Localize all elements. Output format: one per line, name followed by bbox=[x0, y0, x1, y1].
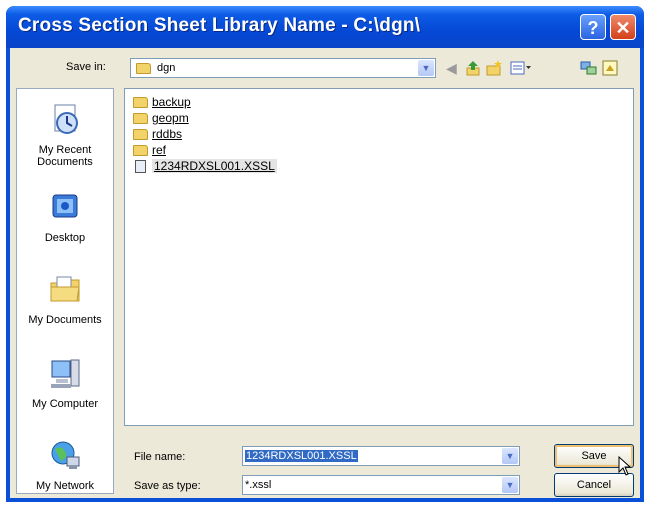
properties-icon[interactable] bbox=[602, 60, 618, 76]
folder-icon bbox=[133, 113, 148, 124]
folder-name: geopm bbox=[152, 111, 189, 125]
place-desktop[interactable]: Desktop bbox=[17, 191, 113, 244]
folder-icon bbox=[136, 63, 151, 74]
place-label: My Recent bbox=[38, 144, 92, 156]
window-title: Cross Section Sheet Library Name - C:\dg… bbox=[18, 15, 421, 36]
up-folder-icon[interactable] bbox=[466, 60, 480, 76]
save-in-label: Save in: bbox=[66, 61, 106, 73]
place-label: My Computer bbox=[31, 398, 99, 410]
network-icon[interactable] bbox=[580, 60, 598, 76]
place-my-documents[interactable]: My Documents bbox=[17, 273, 113, 326]
chevron-down-icon[interactable]: ▼ bbox=[418, 60, 434, 76]
cancel-button[interactable]: Cancel bbox=[554, 473, 634, 497]
places-bar: My Recent Documents Desktop My Documents bbox=[16, 88, 114, 494]
place-label: My Network bbox=[35, 480, 95, 492]
file-name: 1234RDXSL001.XSSL bbox=[152, 159, 277, 173]
folder-name: ref bbox=[152, 143, 167, 157]
place-label: Desktop bbox=[44, 232, 86, 244]
new-folder-icon[interactable] bbox=[486, 60, 502, 76]
folder-name: rddbs bbox=[152, 127, 183, 141]
desktop-icon bbox=[52, 194, 78, 218]
save-as-type-dropdown[interactable]: *.xssl ▼ bbox=[242, 475, 520, 495]
place-label: My Documents bbox=[28, 314, 102, 326]
file-name-label: File name: bbox=[134, 451, 186, 463]
folder-icon bbox=[133, 129, 148, 140]
close-button[interactable]: ✕ bbox=[610, 14, 636, 40]
save-as-type-value: *.xssl bbox=[245, 479, 272, 491]
file-icon bbox=[135, 160, 146, 173]
save-in-value: dgn bbox=[157, 62, 176, 74]
save-as-type-label: Save as type: bbox=[134, 480, 201, 492]
my-computer-icon bbox=[51, 359, 80, 388]
folder-icon bbox=[133, 145, 148, 156]
place-label: Documents bbox=[37, 156, 93, 168]
file-name-input[interactable]: 1234RDXSL001.XSSL ▼ bbox=[242, 446, 520, 466]
my-network-icon bbox=[51, 441, 80, 469]
my-documents-icon bbox=[50, 276, 80, 302]
dialog-body: Save in: dgn ▼ ◀ My Recent Documents Des… bbox=[10, 48, 640, 498]
title-bar[interactable]: Cross Section Sheet Library Name - C:\dg… bbox=[6, 6, 644, 48]
view-menu-icon[interactable] bbox=[510, 60, 532, 76]
folder-name: backup bbox=[152, 95, 191, 109]
place-recent-documents[interactable]: My Recent Documents bbox=[17, 103, 113, 168]
place-my-network[interactable]: My Network bbox=[17, 439, 113, 492]
recent-documents-icon bbox=[54, 104, 78, 134]
folder-icon bbox=[133, 97, 148, 108]
dialog-window: Cross Section Sheet Library Name - C:\dg… bbox=[6, 6, 644, 502]
place-my-computer[interactable]: My Computer bbox=[17, 357, 113, 410]
help-button[interactable]: ? bbox=[580, 14, 606, 40]
file-list[interactable]: backup geopm rddbs ref 1234RDXSL001.XSSL bbox=[124, 88, 634, 426]
back-icon[interactable]: ◀ bbox=[446, 60, 457, 76]
file-name-value: 1234RDXSL001.XSSL bbox=[245, 450, 358, 462]
mouse-cursor-icon bbox=[618, 456, 632, 476]
chevron-down-icon[interactable]: ▼ bbox=[502, 448, 518, 464]
chevron-down-icon[interactable]: ▼ bbox=[502, 477, 518, 493]
save-in-dropdown[interactable]: dgn ▼ bbox=[130, 58, 436, 78]
